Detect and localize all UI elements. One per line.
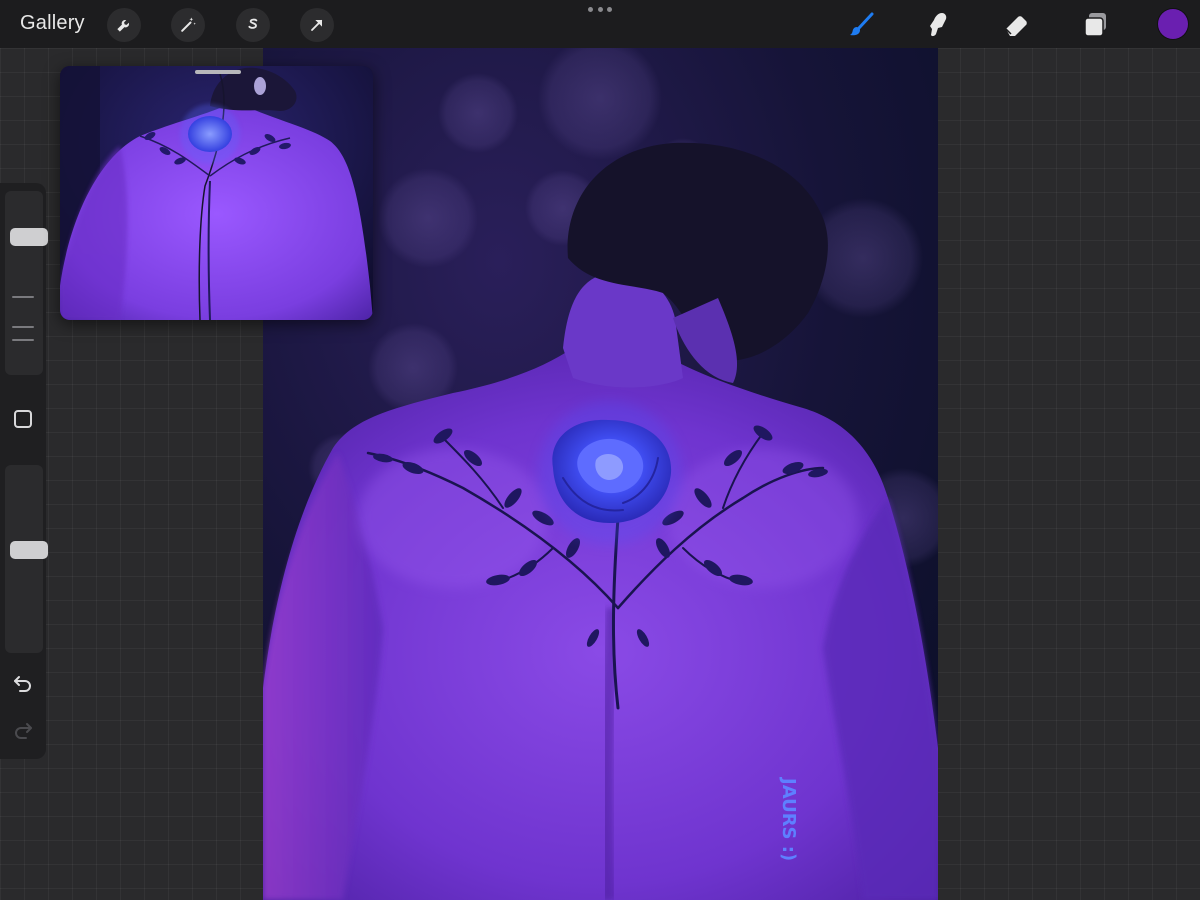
slider-tick — [12, 339, 34, 341]
eraser-icon — [1005, 16, 1027, 36]
brush-tool-button[interactable] — [845, 8, 879, 42]
brush-opacity-slider[interactable] — [5, 465, 48, 653]
transform-arrow-icon — [311, 19, 323, 31]
brush-size-slider-knob[interactable] — [10, 228, 48, 246]
left-sidebar — [0, 183, 48, 759]
transform-button[interactable] — [300, 8, 334, 42]
color-picker-button[interactable] — [1158, 9, 1188, 39]
selection-button[interactable] — [236, 8, 270, 42]
smudge-icon — [930, 13, 947, 37]
magic-wand-icon — [181, 17, 196, 32]
slider-tick — [12, 326, 34, 328]
selection-s-icon — [248, 18, 258, 29]
brush-opacity-slider-knob[interactable] — [10, 541, 48, 559]
wrench-icon — [117, 20, 129, 32]
actions-button[interactable] — [107, 8, 141, 42]
reference-photo — [60, 66, 373, 320]
adjustments-button[interactable] — [171, 8, 205, 42]
slider-tick — [12, 296, 34, 298]
reference-window[interactable] — [60, 66, 373, 320]
modify-button[interactable] — [14, 410, 32, 428]
brush-size-slider[interactable] — [5, 191, 48, 375]
undo-icon[interactable] — [11, 671, 35, 695]
brush-icon — [850, 12, 874, 36]
window-grabber[interactable] — [588, 7, 612, 15]
reference-window-handle[interactable] — [195, 70, 241, 74]
gallery-button[interactable]: Gallery — [20, 12, 85, 35]
redo-icon[interactable] — [11, 718, 35, 742]
eraser-tool-button[interactable] — [1000, 8, 1034, 42]
layers-icon — [1084, 13, 1106, 37]
smudge-tool-button[interactable] — [922, 8, 956, 42]
top-toolbar: Gallery — [0, 0, 1200, 48]
artist-signature: JAURS :) — [778, 776, 799, 861]
layers-button[interactable] — [1078, 8, 1112, 42]
